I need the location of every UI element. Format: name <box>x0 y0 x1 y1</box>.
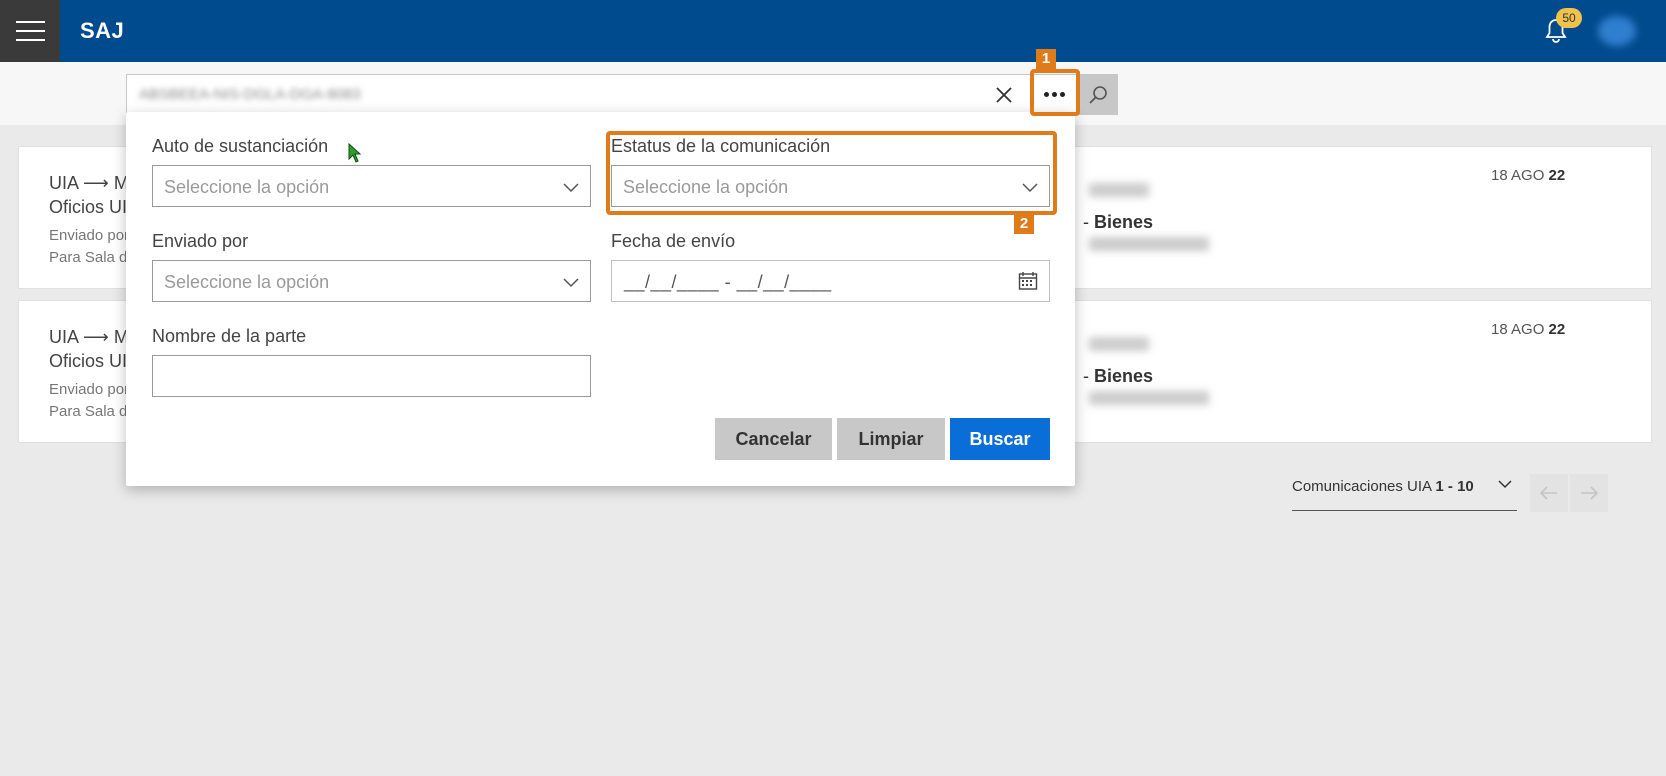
fecha-label: Fecha de envío <box>611 231 736 251</box>
mouse-cursor-icon <box>348 143 362 163</box>
annotation-number-2: 2 <box>1014 214 1034 234</box>
clear-button[interactable]: Limpiar <box>837 418 945 460</box>
pagination-select[interactable]: Comunicaciones UIA 1 - 10 <box>1292 474 1517 511</box>
card-date-year: 22 <box>1548 167 1566 184</box>
chevron-down-icon <box>563 183 579 193</box>
card-subtitle: Oficios UI <box>49 351 128 371</box>
arrow-left-icon <box>1540 486 1557 500</box>
cancel-button[interactable]: Cancelar <box>715 418 832 460</box>
auto-placeholder: Seleccione la opción <box>164 177 330 197</box>
notification-badge: 50 <box>1556 8 1582 28</box>
card-recipient: Para Sala de <box>49 403 136 420</box>
calendar-icon[interactable] <box>1018 271 1038 291</box>
pager-label: Comunicaciones UIA 1 - 10 <box>1292 478 1474 495</box>
annotation-box-2 <box>606 131 1057 215</box>
card-tag: - Bienes <box>1083 366 1153 387</box>
blurred-text <box>1089 391 1209 405</box>
card-tag-dash: - <box>1083 366 1094 386</box>
nombre-label: Nombre de la parte <box>152 326 307 346</box>
top-bar: SAJ 50 <box>0 0 1666 62</box>
date-mask: __/__/____ - __/__/____ <box>624 272 832 292</box>
card-title: UIA ⟶ M <box>49 327 129 347</box>
next-page-button[interactable] <box>1570 474 1608 512</box>
prev-page-button[interactable] <box>1530 474 1568 512</box>
card-tag-label: Bienes <box>1094 366 1154 386</box>
card-date-year: 22 <box>1548 321 1566 338</box>
search-icon <box>1089 85 1107 104</box>
enviado-label: Enviado por <box>152 231 249 251</box>
close-icon[interactable] <box>992 83 1016 107</box>
annotation-box-1 <box>1030 69 1080 116</box>
blurred-text <box>1089 337 1149 351</box>
card-tag-dash: - <box>1083 212 1094 232</box>
search-button[interactable] <box>1078 74 1118 115</box>
search-input[interactable]: ABSBEEA-NIS-DGLA-DGA-8083 <box>126 74 1031 115</box>
avatar[interactable] <box>1598 16 1636 46</box>
card-sender: Enviado por <box>49 381 130 398</box>
auto-label: Auto de sustanciación <box>152 136 329 156</box>
app-title: SAJ <box>80 18 125 43</box>
pager-label-text: Comunicaciones UIA <box>1292 478 1432 495</box>
card-date-day: 18 AGO <box>1491 321 1545 338</box>
chevron-down-icon <box>1498 480 1512 489</box>
auto-select[interactable]: Seleccione la opción <box>152 165 591 207</box>
card-date: 18 AGO 22 <box>1491 167 1565 184</box>
search-value: ABSBEEA-NIS-DGLA-DGA-8083 <box>139 86 361 103</box>
arrow-right-icon <box>1581 486 1598 500</box>
card-date: 18 AGO 22 <box>1491 321 1565 338</box>
search-submit-button[interactable]: Buscar <box>950 418 1050 460</box>
card-recipient: Para Sala de <box>49 249 136 266</box>
blurred-text <box>1089 237 1209 251</box>
nombre-input[interactable] <box>152 355 591 397</box>
hamburger-menu-icon[interactable] <box>0 0 60 62</box>
card-date-day: 18 AGO <box>1491 167 1545 184</box>
enviado-placeholder: Seleccione la opción <box>164 272 330 292</box>
blurred-text <box>1089 183 1149 197</box>
card-title: UIA ⟶ M <box>49 173 129 193</box>
pager-range: 1 - 10 <box>1435 478 1474 495</box>
chevron-down-icon <box>563 278 579 288</box>
enviado-select[interactable]: Seleccione la opción <box>152 260 591 302</box>
card-sender: Enviado por <box>49 227 130 244</box>
card-tag: - Bienes <box>1083 212 1153 233</box>
annotation-number-1: 1 <box>1036 49 1056 69</box>
date-range-input[interactable]: __/__/____ - __/__/____ <box>611 260 1050 302</box>
card-tag-label: Bienes <box>1094 212 1154 232</box>
card-subtitle: Oficios UI <box>49 197 128 217</box>
